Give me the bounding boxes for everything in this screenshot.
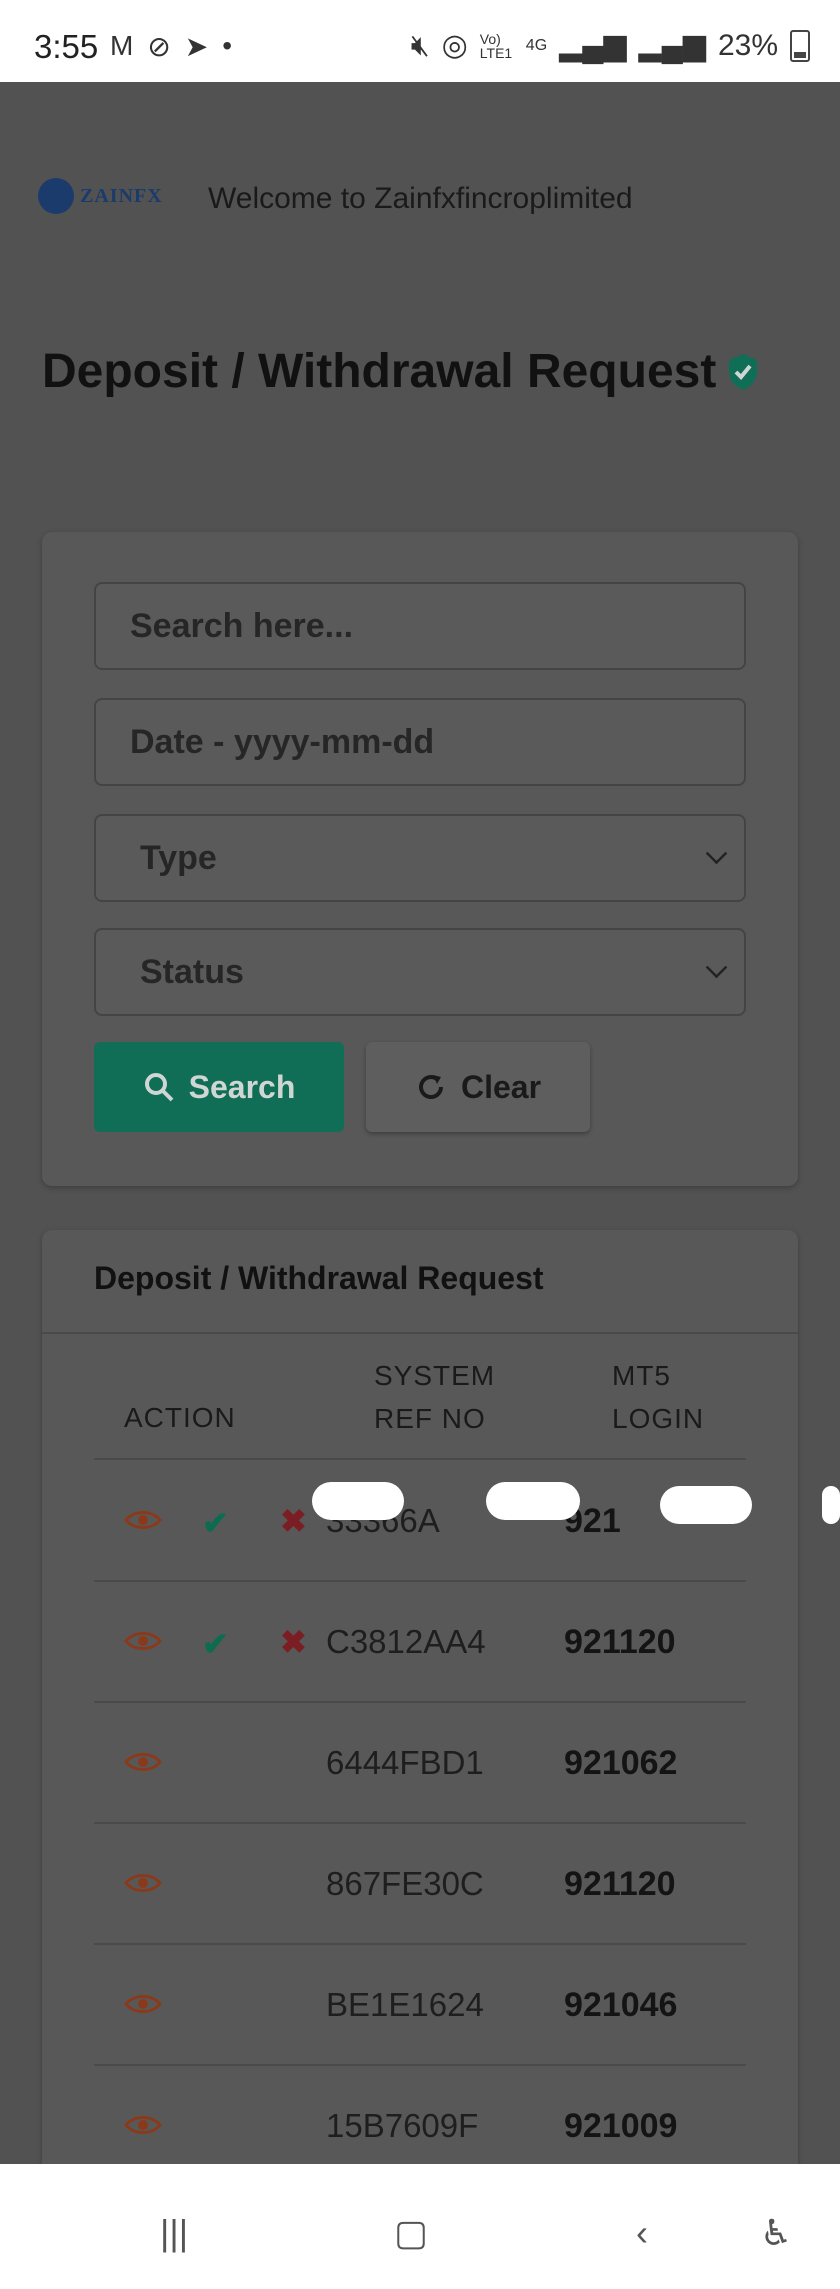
- table-title: Deposit / Withdrawal Request: [94, 1260, 544, 1296]
- accessibility-icon[interactable]: ♿︎: [760, 2212, 792, 2254]
- cross-icon[interactable]: ✖: [280, 1502, 307, 1540]
- cross-icon[interactable]: ✖: [280, 1623, 307, 1661]
- table-row: 867FE30C 921120: [94, 1825, 746, 1945]
- page-title: Deposit / Withdrawal Request: [42, 344, 760, 399]
- signal-icon-2: ▂▄▆: [638, 29, 706, 62]
- header-login: MT5 LOGIN: [612, 1354, 704, 1440]
- ref-cell: C3812AA4: [326, 1623, 486, 1660]
- filter-card: Search here... Date - yyyy-mm-dd Type St…: [42, 532, 798, 1186]
- login-cell: 921062: [564, 1744, 678, 1782]
- app-screen: ZAINFX Welcome to Zainfxfincroplimited D…: [0, 82, 840, 2246]
- header-login-line2: LOGIN: [612, 1403, 705, 1434]
- header-action: ACTION: [124, 1402, 236, 1433]
- notification-icons: M ⊘ ➤ •: [110, 30, 232, 63]
- requests-table-card: Deposit / Withdrawal Request ACTION SYST…: [42, 1230, 798, 2246]
- search-placeholder: Search here...: [130, 606, 354, 645]
- telegram-icon: ➤: [184, 31, 209, 62]
- recent-apps-icon[interactable]: |||: [160, 2212, 188, 2254]
- date-input[interactable]: Date - yyyy-mm-dd: [94, 698, 746, 786]
- eye-icon[interactable]: [124, 2113, 162, 2137]
- battery-icon: [790, 29, 810, 62]
- table-row: ✔ ✖ C3812AA4 921120: [94, 1583, 746, 1703]
- eye-icon[interactable]: [124, 1750, 162, 1774]
- search-icon: [144, 1073, 174, 1102]
- header-login-line1: MT5: [612, 1360, 671, 1391]
- back-icon[interactable]: ‹: [636, 2212, 648, 2254]
- shield-check-icon: [729, 353, 758, 390]
- battery-percent: 23%: [717, 28, 778, 62]
- login-cell: 921009: [564, 2107, 678, 2145]
- date-placeholder: Date - yyyy-mm-dd: [130, 722, 435, 761]
- status-bar: 3:55 M ⊘ ➤ • 🔇︎ ◎ Vo) LTE1 4G ▂▄▆ ▂▄▆ 23…: [0, 0, 840, 82]
- redaction-mark: [486, 1482, 580, 1520]
- top-bar: ZAINFX Welcome to Zainfxfincroplimited: [0, 82, 840, 242]
- ref-cell: 6444FBD1: [326, 1744, 484, 1781]
- check-icon[interactable]: ✔: [202, 1625, 229, 1663]
- header-ref-line1: SYSTEM: [374, 1360, 496, 1391]
- welcome-text: Welcome to Zainfxfincroplimited: [208, 182, 633, 215]
- system-icons: 🔇︎ ◎ Vo) LTE1 4G ▂▄▆ ▂▄▆ 23%: [411, 28, 810, 63]
- type-label: Type: [140, 838, 217, 877]
- table-row: ✔ ✖ 33366A 921: [94, 1462, 746, 1582]
- brand-logo[interactable]: ZAINFX: [38, 178, 163, 214]
- search-button-label: Search: [188, 1068, 296, 1105]
- clear-button-label: Clear: [460, 1068, 542, 1105]
- status-time: 3:55: [34, 28, 99, 65]
- ref-cell: BE1E1624: [326, 1986, 484, 2023]
- table-row: BE1E1624 921046: [94, 1946, 746, 2066]
- search-button[interactable]: Search: [94, 1042, 344, 1132]
- login-cell: 921120: [564, 1623, 676, 1661]
- check-icon[interactable]: ✔: [202, 1504, 229, 1542]
- redaction-mark: [822, 1486, 840, 1524]
- redaction-mark: [312, 1482, 404, 1520]
- header-ref-line2: REF NO: [374, 1403, 486, 1434]
- table-row: 6444FBD1 921062: [94, 1704, 746, 1824]
- dot-icon: •: [222, 30, 233, 61]
- logo-text: ZAINFX: [80, 184, 163, 207]
- search-input[interactable]: Search here...: [94, 582, 746, 670]
- logo-icon: [38, 178, 74, 214]
- volte-label: Vo) LTE1: [479, 30, 513, 61]
- divider: [42, 1332, 798, 1334]
- network-label: 4G: [525, 36, 548, 54]
- ref-cell: 867FE30C: [326, 1865, 484, 1902]
- chevron-down-icon: [705, 842, 728, 865]
- eye-icon[interactable]: [124, 1508, 162, 1532]
- ref-cell: 15B7609F: [326, 2107, 479, 2144]
- chevron-down-icon: [705, 956, 728, 979]
- login-cell: 921120: [564, 1865, 676, 1903]
- system-nav-bar: ||| ▢ ‹ ♿︎: [0, 2164, 840, 2289]
- mute-icon: 🔇︎: [410, 28, 430, 62]
- status-label: Status: [140, 952, 244, 991]
- header-divider: [94, 1458, 746, 1460]
- redaction-mark: [660, 1486, 752, 1524]
- header-ref: SYSTEM REF NO: [374, 1354, 495, 1440]
- hotspot-icon: ◎: [441, 29, 468, 62]
- type-select[interactable]: Type: [94, 814, 746, 902]
- page-title-text: Deposit / Withdrawal Request: [42, 345, 717, 398]
- home-icon[interactable]: ▢: [394, 2212, 428, 2254]
- eye-icon[interactable]: [124, 1992, 162, 2016]
- clear-button[interactable]: Clear: [366, 1042, 590, 1132]
- eye-icon[interactable]: [124, 1871, 162, 1895]
- shield-app-icon: ⊘: [147, 31, 171, 62]
- eye-icon[interactable]: [124, 1629, 162, 1653]
- gmail-icon: M: [110, 30, 134, 61]
- signal-icon: ▂▄▆: [559, 29, 627, 62]
- login-cell: 921046: [564, 1986, 678, 2024]
- status-select[interactable]: Status: [94, 928, 746, 1016]
- refresh-icon: [419, 1075, 443, 1099]
